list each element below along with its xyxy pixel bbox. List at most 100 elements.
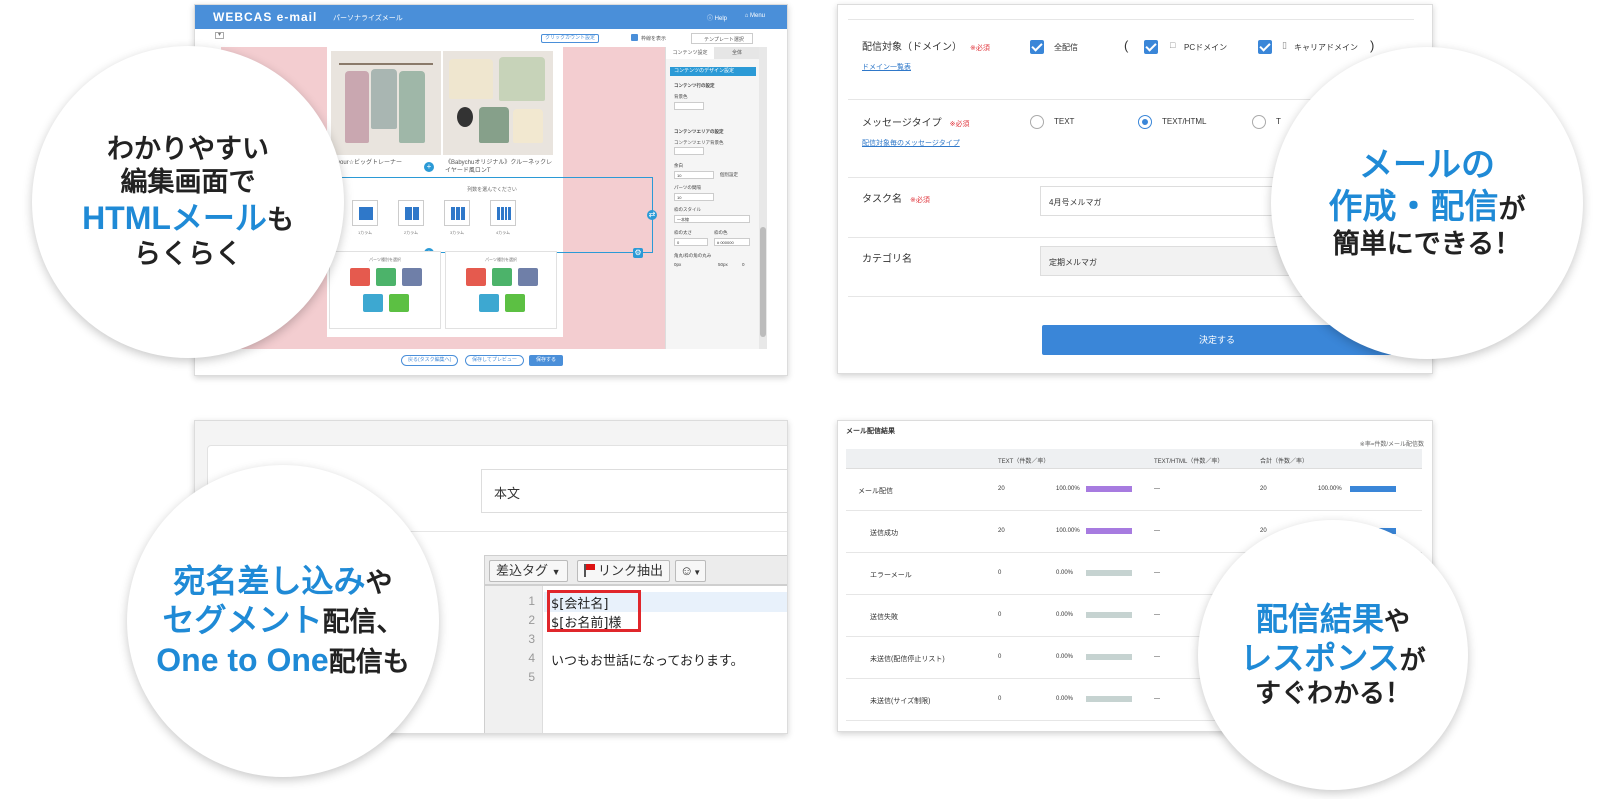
- callout-highlight: HTMLメール: [82, 199, 267, 236]
- area-bg-field[interactable]: [674, 147, 704, 155]
- callout-line: 簡単にできる！: [1332, 229, 1522, 259]
- column-prompt: 列数を選んでください: [467, 187, 517, 193]
- column-option-label: 1カラム: [357, 230, 373, 235]
- margin-field[interactable]: 10: [674, 171, 714, 179]
- column-option-2[interactable]: [398, 200, 424, 226]
- border-width-field[interactable]: 0: [674, 238, 708, 246]
- callout-personalization: 宛名差し込みや セグメント配信、 One to One配信も: [127, 465, 439, 777]
- message-type-label: メッセージタイプ ※必須: [862, 118, 970, 129]
- image-part-icon[interactable]: [376, 268, 396, 286]
- smiley-icon: ☺: [680, 563, 694, 578]
- total-rate-bar: [1350, 486, 1396, 492]
- text-rate: 0.00%: [1056, 612, 1074, 618]
- domain-list-link[interactable]: ドメイン一覧表: [862, 62, 911, 72]
- tab-all[interactable]: 全体: [714, 47, 760, 59]
- border-style-label: 枠のスタイル: [674, 207, 701, 212]
- clickcount-button[interactable]: クリックカウント設定: [541, 34, 600, 43]
- back-button[interactable]: 戻る(タスク編集へ): [401, 355, 459, 366]
- text-part-icon[interactable]: [466, 268, 486, 286]
- text-rate-bar: [1086, 612, 1132, 618]
- callout-line: 配信、: [322, 607, 404, 638]
- row-name: 送信成功: [870, 530, 898, 537]
- app-subtitle: パーソナライズメール: [333, 15, 403, 22]
- design-settings-header[interactable]: コンテンツのデザイン設定: [670, 67, 756, 76]
- required-mark: ※必須: [910, 197, 930, 204]
- line-number: 5: [528, 670, 535, 684]
- all-delivery-checkbox[interactable]: [1030, 40, 1044, 54]
- add-row-top-icon[interactable]: +: [424, 162, 434, 172]
- insert-tag-dropdown[interactable]: 差込タグ ▼: [489, 560, 568, 582]
- line-number: 2: [528, 613, 535, 627]
- emoji-dropdown[interactable]: ☺▼: [675, 560, 707, 582]
- text-count: 0: [998, 570, 1002, 576]
- monitor-icon: □: [1170, 40, 1176, 50]
- sidebar-scrollbar[interactable]: [759, 47, 767, 349]
- save-button[interactable]: 保存する: [529, 355, 564, 366]
- tab-content-settings[interactable]: コンテンツ設定: [666, 47, 714, 59]
- border-color-field[interactable]: # 000000: [714, 238, 750, 246]
- app-header: WEBCAS e-mail パーソナライズメール ⓘ Help ⌂ Menu: [195, 5, 787, 29]
- placeholder-highlight-box: [547, 590, 641, 632]
- bg-color-field[interactable]: [674, 102, 704, 110]
- texthtml-value: —: [1154, 654, 1160, 660]
- text-part-icon[interactable]: [350, 268, 370, 286]
- image-text-part-icon[interactable]: [389, 294, 409, 312]
- texthtml-value: —: [1154, 486, 1160, 492]
- parts-prompt-right: パーツ種別を選択: [485, 257, 517, 262]
- code-line[interactable]: いつもお世話になっております。: [551, 650, 744, 669]
- text-rate: 0.00%: [1056, 654, 1074, 660]
- template-select-button[interactable]: テンプレート選択: [691, 33, 753, 44]
- save-preview-button[interactable]: 保存してプレビュー: [465, 355, 524, 366]
- column-option-4[interactable]: [490, 200, 516, 226]
- editor-toolbar: 差込タグ ▼ リンク抽出 ☺▼: [484, 555, 787, 585]
- image-part-icon[interactable]: [492, 268, 512, 286]
- pc-domain-label: PCドメイン: [1184, 43, 1228, 52]
- column-option-1[interactable]: [352, 200, 378, 226]
- chevron-down-icon: ▼: [693, 568, 702, 577]
- parts-selector-right: パーツ種別を選択: [445, 251, 557, 329]
- total-count: 20: [1260, 486, 1267, 492]
- code-editor[interactable]: 1 $[会社名] 2 $[お名前]様 3 4 いつもお世話になっております。 5: [484, 585, 787, 733]
- layout-part-icon[interactable]: [518, 268, 538, 286]
- text-rate: 100.00%: [1056, 528, 1080, 534]
- layout-part-icon[interactable]: [402, 268, 422, 286]
- carrier-domain-checkbox[interactable]: [1258, 40, 1272, 54]
- text-radio[interactable]: [1030, 115, 1044, 129]
- header-text: TEXT（件数／率）: [998, 459, 1050, 465]
- button-part-icon[interactable]: [479, 294, 499, 312]
- individual-setting-checkbox[interactable]: 個別設定: [720, 172, 738, 178]
- text-radio-label: TEXT: [1054, 117, 1075, 126]
- line-number: 1: [528, 594, 535, 608]
- product-image-1: [331, 51, 441, 155]
- collapse-toggle[interactable]: ▾: [215, 32, 224, 39]
- callout-highlight: 配信結果: [1255, 601, 1384, 638]
- settings-gear-icon[interactable]: ⚙: [633, 248, 643, 258]
- texthtml-radio[interactable]: [1138, 115, 1152, 129]
- flag-icon: [584, 564, 595, 577]
- text-rate: 100.00%: [1056, 486, 1080, 492]
- link-extract-button[interactable]: リンク抽出: [577, 560, 671, 582]
- button-part-icon[interactable]: [363, 294, 383, 312]
- pc-domain-checkbox[interactable]: [1144, 40, 1158, 54]
- texthtml-value: —: [1154, 528, 1160, 534]
- parts-selector-left: パーツ種別を選択: [329, 251, 441, 329]
- column-option-3[interactable]: [444, 200, 470, 226]
- column-layout-icon: [497, 207, 511, 220]
- task-name-label: タスク名 ※必須: [862, 194, 930, 205]
- carrier-domain-label: キャリアドメイン: [1294, 43, 1358, 52]
- other-radio[interactable]: [1252, 115, 1266, 129]
- row-settings-heading: コンテンツ行の設定: [674, 83, 715, 88]
- menu-button[interactable]: ⌂ Menu: [745, 13, 765, 19]
- callout-highlight: 作成・配信: [1328, 187, 1499, 226]
- line-number: 4: [528, 651, 535, 665]
- image-text-part-icon[interactable]: [505, 294, 525, 312]
- row-handle-icon[interactable]: ⇄: [647, 210, 657, 220]
- text-count: 20: [998, 528, 1005, 534]
- radius-value[interactable]: 0: [742, 262, 745, 267]
- border-style-select[interactable]: 一本線: [674, 215, 750, 223]
- frame-checkbox[interactable]: [631, 34, 638, 41]
- parts-gap-field[interactable]: 10: [674, 193, 714, 201]
- message-type-link[interactable]: 配信対象毎のメッセージタイプ: [862, 138, 960, 148]
- selected-row[interactable]: 列数を選んでください 1カラム 2カラム 3カラム 4カラム: [331, 177, 653, 253]
- help-link[interactable]: ⓘ Help: [707, 13, 727, 22]
